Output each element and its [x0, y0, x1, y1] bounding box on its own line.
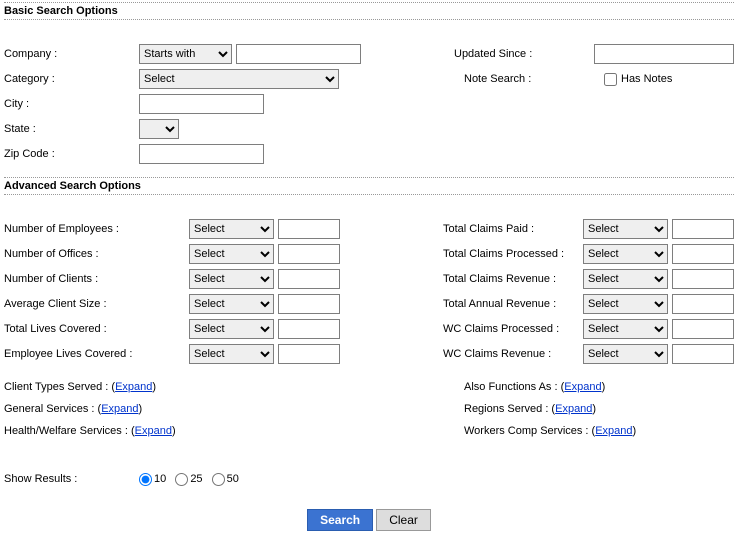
claims-paid-label: Total Claims Paid :	[443, 223, 583, 235]
updated-since-input[interactable]	[594, 44, 734, 64]
wc-processed-label: WC Claims Processed :	[443, 323, 583, 335]
offices-input[interactable]	[278, 244, 340, 264]
results-50-radio[interactable]	[212, 473, 225, 486]
state-select[interactable]	[139, 119, 179, 139]
avg-client-label: Average Client Size :	[4, 298, 189, 310]
state-label: State :	[4, 123, 139, 135]
results-10-radio[interactable]	[139, 473, 152, 486]
results-25-radio[interactable]	[175, 473, 188, 486]
close-paren: )	[139, 403, 143, 415]
avg-client-input[interactable]	[278, 294, 340, 314]
emp-lives-label: Employee Lives Covered :	[4, 348, 189, 360]
general-services-label: General Services : (	[4, 403, 101, 415]
claims-paid-select[interactable]: Select	[583, 219, 668, 239]
close-paren: )	[602, 381, 606, 393]
health-welfare-label: Health/Welfare Services : (	[4, 425, 135, 437]
wc-revenue-label: WC Claims Revenue :	[443, 348, 583, 360]
note-search-label: Note Search :	[464, 73, 604, 85]
city-label: City :	[4, 98, 139, 110]
wc-services-expand[interactable]: Expand	[595, 425, 632, 437]
client-types-label: Client Types Served : (	[4, 381, 115, 393]
client-types-expand[interactable]: Expand	[115, 381, 152, 393]
close-paren: )	[172, 425, 176, 437]
claims-revenue-label: Total Claims Revenue :	[443, 273, 583, 285]
claims-processed-label: Total Claims Processed :	[443, 248, 583, 260]
show-results-label: Show Results :	[4, 473, 139, 485]
updated-since-label: Updated Since :	[454, 48, 594, 60]
total-lives-input[interactable]	[278, 319, 340, 339]
clients-select[interactable]: Select	[189, 269, 274, 289]
general-services-expand[interactable]: Expand	[101, 403, 138, 415]
wc-revenue-select[interactable]: Select	[583, 344, 668, 364]
avg-client-select[interactable]: Select	[189, 294, 274, 314]
category-select[interactable]: Select	[139, 69, 339, 89]
claims-revenue-input[interactable]	[672, 269, 734, 289]
results-50-label: 50	[227, 473, 239, 485]
annual-revenue-input[interactable]	[672, 294, 734, 314]
also-functions-expand[interactable]: Expand	[564, 381, 601, 393]
zip-label: Zip Code :	[4, 148, 139, 160]
emp-lives-input[interactable]	[278, 344, 340, 364]
close-paren: )	[592, 403, 596, 415]
regions-served-expand[interactable]: Expand	[555, 403, 592, 415]
clear-button[interactable]: Clear	[376, 509, 431, 531]
offices-label: Number of Offices :	[4, 248, 189, 260]
employees-input[interactable]	[278, 219, 340, 239]
wc-services-label: Workers Comp Services : (	[464, 425, 595, 437]
company-input[interactable]	[236, 44, 361, 64]
health-welfare-expand[interactable]: Expand	[135, 425, 172, 437]
city-input[interactable]	[139, 94, 264, 114]
annual-revenue-select[interactable]: Select	[583, 294, 668, 314]
also-functions-label: Also Functions As : (	[464, 381, 564, 393]
employees-select[interactable]: Select	[189, 219, 274, 239]
category-label: Category :	[4, 73, 139, 85]
regions-served-label: Regions Served : (	[464, 403, 555, 415]
results-10-label: 10	[154, 473, 166, 485]
has-notes-checkbox[interactable]	[604, 73, 617, 86]
company-operator-select[interactable]: Starts with	[139, 44, 232, 64]
advanced-search-header: Advanced Search Options	[4, 177, 734, 195]
claims-processed-input[interactable]	[672, 244, 734, 264]
clients-input[interactable]	[278, 269, 340, 289]
wc-processed-select[interactable]: Select	[583, 319, 668, 339]
zip-input[interactable]	[139, 144, 264, 164]
close-paren: )	[633, 425, 637, 437]
total-lives-label: Total Lives Covered :	[4, 323, 189, 335]
claims-processed-select[interactable]: Select	[583, 244, 668, 264]
basic-search-header: Basic Search Options	[4, 2, 734, 20]
total-lives-select[interactable]: Select	[189, 319, 274, 339]
claims-paid-input[interactable]	[672, 219, 734, 239]
close-paren: )	[152, 381, 156, 393]
emp-lives-select[interactable]: Select	[189, 344, 274, 364]
annual-revenue-label: Total Annual Revenue :	[443, 298, 583, 310]
company-label: Company :	[4, 48, 139, 60]
offices-select[interactable]: Select	[189, 244, 274, 264]
wc-revenue-input[interactable]	[672, 344, 734, 364]
clients-label: Number of Clients :	[4, 273, 189, 285]
employees-label: Number of Employees :	[4, 223, 189, 235]
claims-revenue-select[interactable]: Select	[583, 269, 668, 289]
search-button[interactable]: Search	[307, 509, 373, 531]
results-25-label: 25	[190, 473, 202, 485]
has-notes-label: Has Notes	[621, 73, 672, 85]
wc-processed-input[interactable]	[672, 319, 734, 339]
